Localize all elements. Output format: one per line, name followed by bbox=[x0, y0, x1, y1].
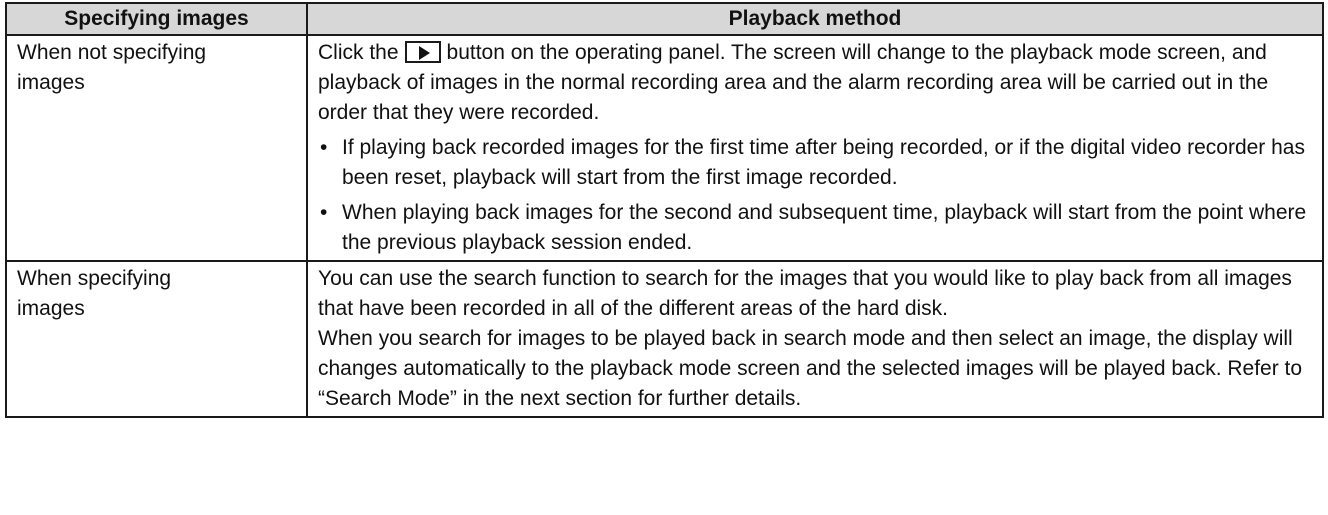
bullet-icon: • bbox=[320, 201, 328, 224]
row-spec-label: When not specifying images bbox=[17, 41, 207, 94]
intro-text-after: button on the operating panel. The scree… bbox=[318, 41, 1269, 124]
play-icon bbox=[418, 46, 430, 60]
row-spec-cell: When specifying images bbox=[5, 260, 308, 418]
bullet-text: If playing back recorded images for the … bbox=[342, 136, 1305, 189]
play-button-glyph bbox=[404, 41, 441, 63]
row-method-cell: Click the button on the operating panel. … bbox=[306, 34, 1324, 262]
row-spec-label: When specifying images bbox=[17, 267, 172, 320]
header-specifying-images: Specifying images bbox=[5, 2, 308, 36]
method-paragraph: When you search for images to be played … bbox=[318, 327, 1303, 410]
table-row: When not specifying images Click the butt… bbox=[5, 34, 1324, 262]
list-item: • When playing back images for the second… bbox=[318, 198, 1312, 258]
row-spec-cell: When not specifying images bbox=[5, 34, 308, 262]
bullet-icon: • bbox=[320, 136, 328, 159]
bullet-text: When playing back images for the second … bbox=[342, 201, 1307, 254]
list-item: • If playing back recorded images for the… bbox=[318, 133, 1312, 193]
playback-table: Specifying images Playback method When n… bbox=[5, 2, 1324, 418]
table-header-row: Specifying images Playback method bbox=[5, 2, 1324, 36]
row-method-cell: You can use the search function to searc… bbox=[306, 260, 1324, 418]
table-row: When specifying images You can use the s… bbox=[5, 260, 1324, 418]
intro-text-before: Click the bbox=[318, 41, 399, 64]
method-paragraph: You can use the search function to searc… bbox=[318, 267, 1292, 320]
method-intro-paragraph: Click the button on the operating panel. … bbox=[318, 38, 1312, 128]
header-playback-method: Playback method bbox=[306, 2, 1324, 36]
method-bullet-list: • If playing back recorded images for the… bbox=[318, 133, 1312, 258]
